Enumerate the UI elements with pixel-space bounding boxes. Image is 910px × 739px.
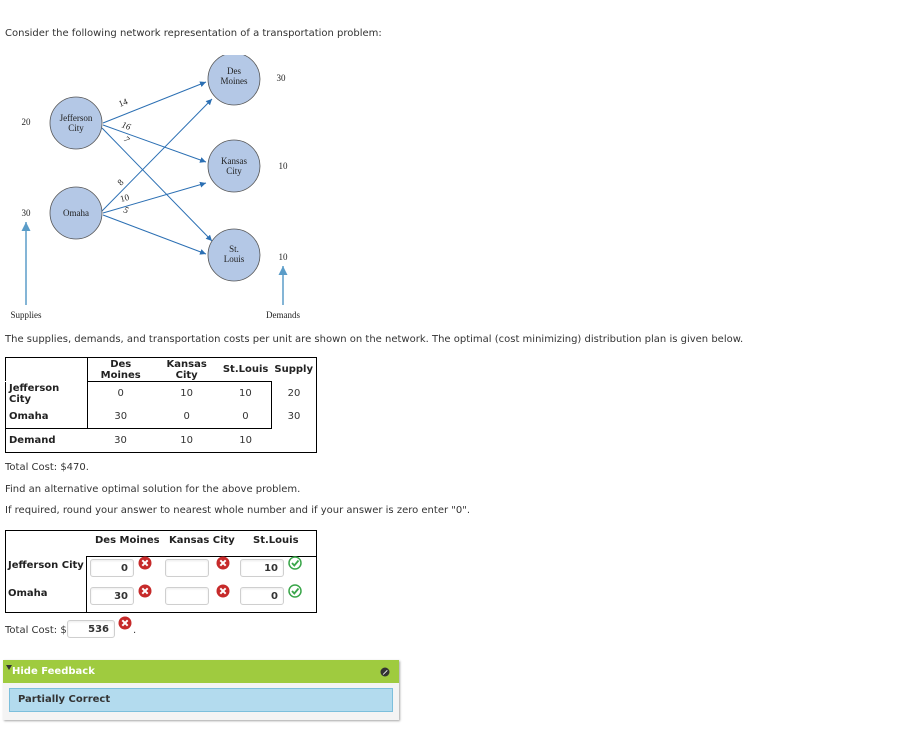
incorrect-icon xyxy=(216,584,230,598)
incorrect-icon xyxy=(138,584,152,598)
total-cost-text: Total Cost: $470. xyxy=(5,462,89,473)
cost-label: 7 xyxy=(122,134,133,145)
supplies-label: Supplies xyxy=(10,310,42,320)
col-header: St.Louis xyxy=(253,535,299,546)
input-jefferson-kansascity[interactable] xyxy=(165,559,209,577)
demand-value: 10 xyxy=(279,161,289,171)
pencil-icon[interactable] xyxy=(380,667,390,677)
cell-value: 0 xyxy=(117,388,124,399)
empty-cell xyxy=(271,429,316,453)
input-jefferson-stlouis[interactable] xyxy=(240,559,284,577)
node-kansas-city: Kansas City xyxy=(207,139,261,193)
arc-omaha-stlouis xyxy=(102,214,207,255)
demand-value: 30 xyxy=(277,73,287,83)
svg-text:Moines: Moines xyxy=(221,76,248,86)
demands-label: Demands xyxy=(266,310,300,320)
feedback-panel: Hide Feedback Partially Correct xyxy=(3,660,399,720)
supply-value: 30 xyxy=(287,411,301,423)
table-row: Demand 30 10 10 xyxy=(5,428,317,453)
svg-text:St.: St. xyxy=(229,244,239,254)
feedback-status: Partially Correct xyxy=(18,694,111,705)
row-label: Demand xyxy=(5,428,88,453)
cost-label: 16 xyxy=(120,119,132,132)
row-label: Jefferson City xyxy=(5,381,88,405)
svg-text:City: City xyxy=(68,123,84,133)
incorrect-icon xyxy=(138,556,152,570)
incorrect-icon xyxy=(216,556,230,570)
cell-value: 10 xyxy=(219,428,272,453)
node-st-louis: St. Louis xyxy=(207,228,261,282)
supply-value: 20 xyxy=(287,387,301,399)
cell-value: 30 xyxy=(87,428,154,453)
cost-label: 14 xyxy=(117,96,130,109)
supply-value: 30 xyxy=(22,208,32,218)
cell-value: 30 xyxy=(114,411,128,422)
incorrect-icon xyxy=(118,616,132,630)
total-cost-input[interactable] xyxy=(67,620,115,638)
network-diagram: 14 16 7 8 10 5 Jefferson City Omaha Des … xyxy=(10,55,300,320)
total-cost-suffix: . xyxy=(133,625,137,636)
input-omaha-stlouis[interactable] xyxy=(240,587,284,605)
correct-icon xyxy=(288,556,302,570)
arc-omaha-kansascity xyxy=(102,181,207,214)
answer-table: Des Moines Kansas City St.Louis Jefferso… xyxy=(5,530,317,613)
svg-text:Jefferson: Jefferson xyxy=(60,113,93,123)
svg-text:Des: Des xyxy=(227,66,241,76)
cost-label: 10 xyxy=(119,192,131,204)
col-header: Des Moines xyxy=(95,535,160,546)
cost-label: 5 xyxy=(122,204,130,215)
input-omaha-kansascity[interactable] xyxy=(165,587,209,605)
cell-value: 0 xyxy=(219,405,272,429)
correct-icon xyxy=(288,584,302,598)
node-omaha: Omaha xyxy=(49,186,103,240)
svg-text:Kansas: Kansas xyxy=(221,156,247,166)
cost-label: 8 xyxy=(115,177,126,188)
row-label: Omaha xyxy=(8,588,48,599)
input-jefferson-desmoines[interactable] xyxy=(90,559,134,577)
node-des-moines: Des Moines xyxy=(207,55,261,106)
cell-value: 0 xyxy=(183,411,190,422)
cell-value: 10 xyxy=(153,428,220,453)
input-omaha-desmoines[interactable] xyxy=(90,587,134,605)
hide-feedback-label: Hide Feedback xyxy=(12,666,95,677)
intro-text: Consider the following network represent… xyxy=(5,28,382,39)
cell-value: 10 xyxy=(180,388,194,399)
demand-value: 10 xyxy=(279,252,289,262)
supply-value: 20 xyxy=(22,117,32,127)
cell-value: 10 xyxy=(219,381,272,405)
col-header: St.Louis xyxy=(219,357,272,382)
corner-cell xyxy=(5,357,88,382)
node-jefferson-city: Jefferson City xyxy=(49,96,103,150)
svg-text:Louis: Louis xyxy=(224,254,245,264)
optimal-plan-table: Des Moines Kansas City St.Louis Supply J… xyxy=(5,357,317,453)
svg-text:Omaha: Omaha xyxy=(63,208,89,218)
col-header: Supply xyxy=(274,364,313,376)
row-label: Omaha xyxy=(5,405,88,429)
col-header: Kansas City xyxy=(153,357,220,382)
table-row: Omaha 30 0 0 30 xyxy=(5,405,317,429)
svg-text:City: City xyxy=(226,166,242,176)
hide-feedback-toggle[interactable]: Hide Feedback xyxy=(3,660,399,683)
row-label: Jefferson City xyxy=(8,560,84,571)
rounding-note: If required, round your answer to neares… xyxy=(5,505,470,516)
arc-jefferson-kansascity xyxy=(102,124,207,163)
feedback-status-box: Partially Correct xyxy=(9,688,393,712)
col-header: Des Moines xyxy=(87,357,154,382)
total-cost-label: Total Cost: $ xyxy=(5,625,67,636)
instruction-text: Find an alternative optimal solution for… xyxy=(5,484,301,495)
table-row: Jefferson City 0 10 10 20 xyxy=(5,381,317,405)
description-text: The supplies, demands, and transportatio… xyxy=(5,334,744,345)
col-header: Kansas City xyxy=(169,535,235,546)
